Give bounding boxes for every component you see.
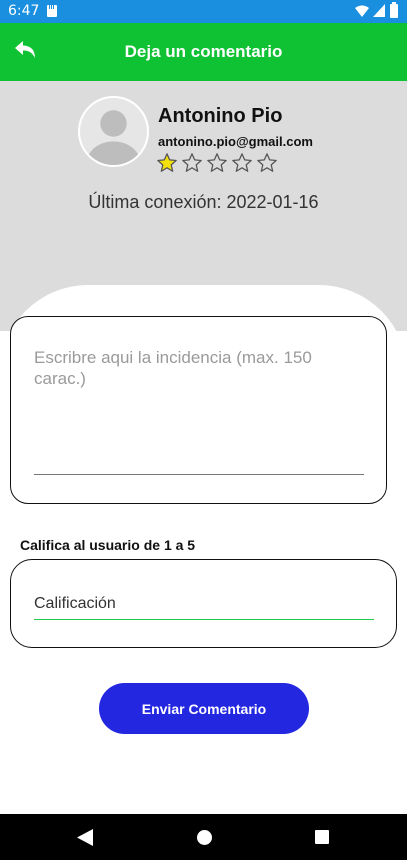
nav-back-icon[interactable]	[77, 829, 93, 846]
rating-input[interactable]	[34, 588, 374, 620]
user-rating	[156, 152, 278, 174]
incident-box	[10, 316, 387, 504]
avatar-placeholder-icon	[80, 98, 147, 165]
star-filled-icon	[157, 153, 177, 172]
star-empty-icon	[232, 153, 252, 172]
sd-card-icon	[47, 5, 57, 17]
signal-icon	[373, 4, 385, 17]
app-bar: Deja un comentario	[0, 23, 407, 81]
battery-icon	[390, 2, 398, 18]
avatar	[78, 96, 149, 167]
status-time: 6:47	[8, 3, 40, 19]
status-bar: 6:47	[0, 0, 407, 23]
page-title: Deja un comentario	[124, 42, 283, 61]
system-nav-bar	[0, 814, 407, 860]
nav-recents-icon[interactable]	[315, 830, 329, 844]
last-seen: Última conexión: 2022-01-16	[88, 192, 319, 212]
incident-textarea[interactable]	[34, 347, 364, 475]
star-empty-icon	[207, 153, 227, 172]
send-comment-button[interactable]: Enviar Comentario	[99, 683, 309, 734]
nav-home-icon[interactable]	[197, 830, 212, 845]
wifi-icon	[355, 5, 369, 17]
user-name: Antonino Pio	[158, 105, 283, 127]
rate-label: Califica al usuario de 1 a 5	[20, 537, 196, 553]
star-empty-icon	[257, 153, 277, 172]
rate-box	[10, 559, 397, 648]
star-empty-icon	[182, 153, 202, 172]
user-email: antonino.pio@gmail.com	[158, 134, 313, 149]
